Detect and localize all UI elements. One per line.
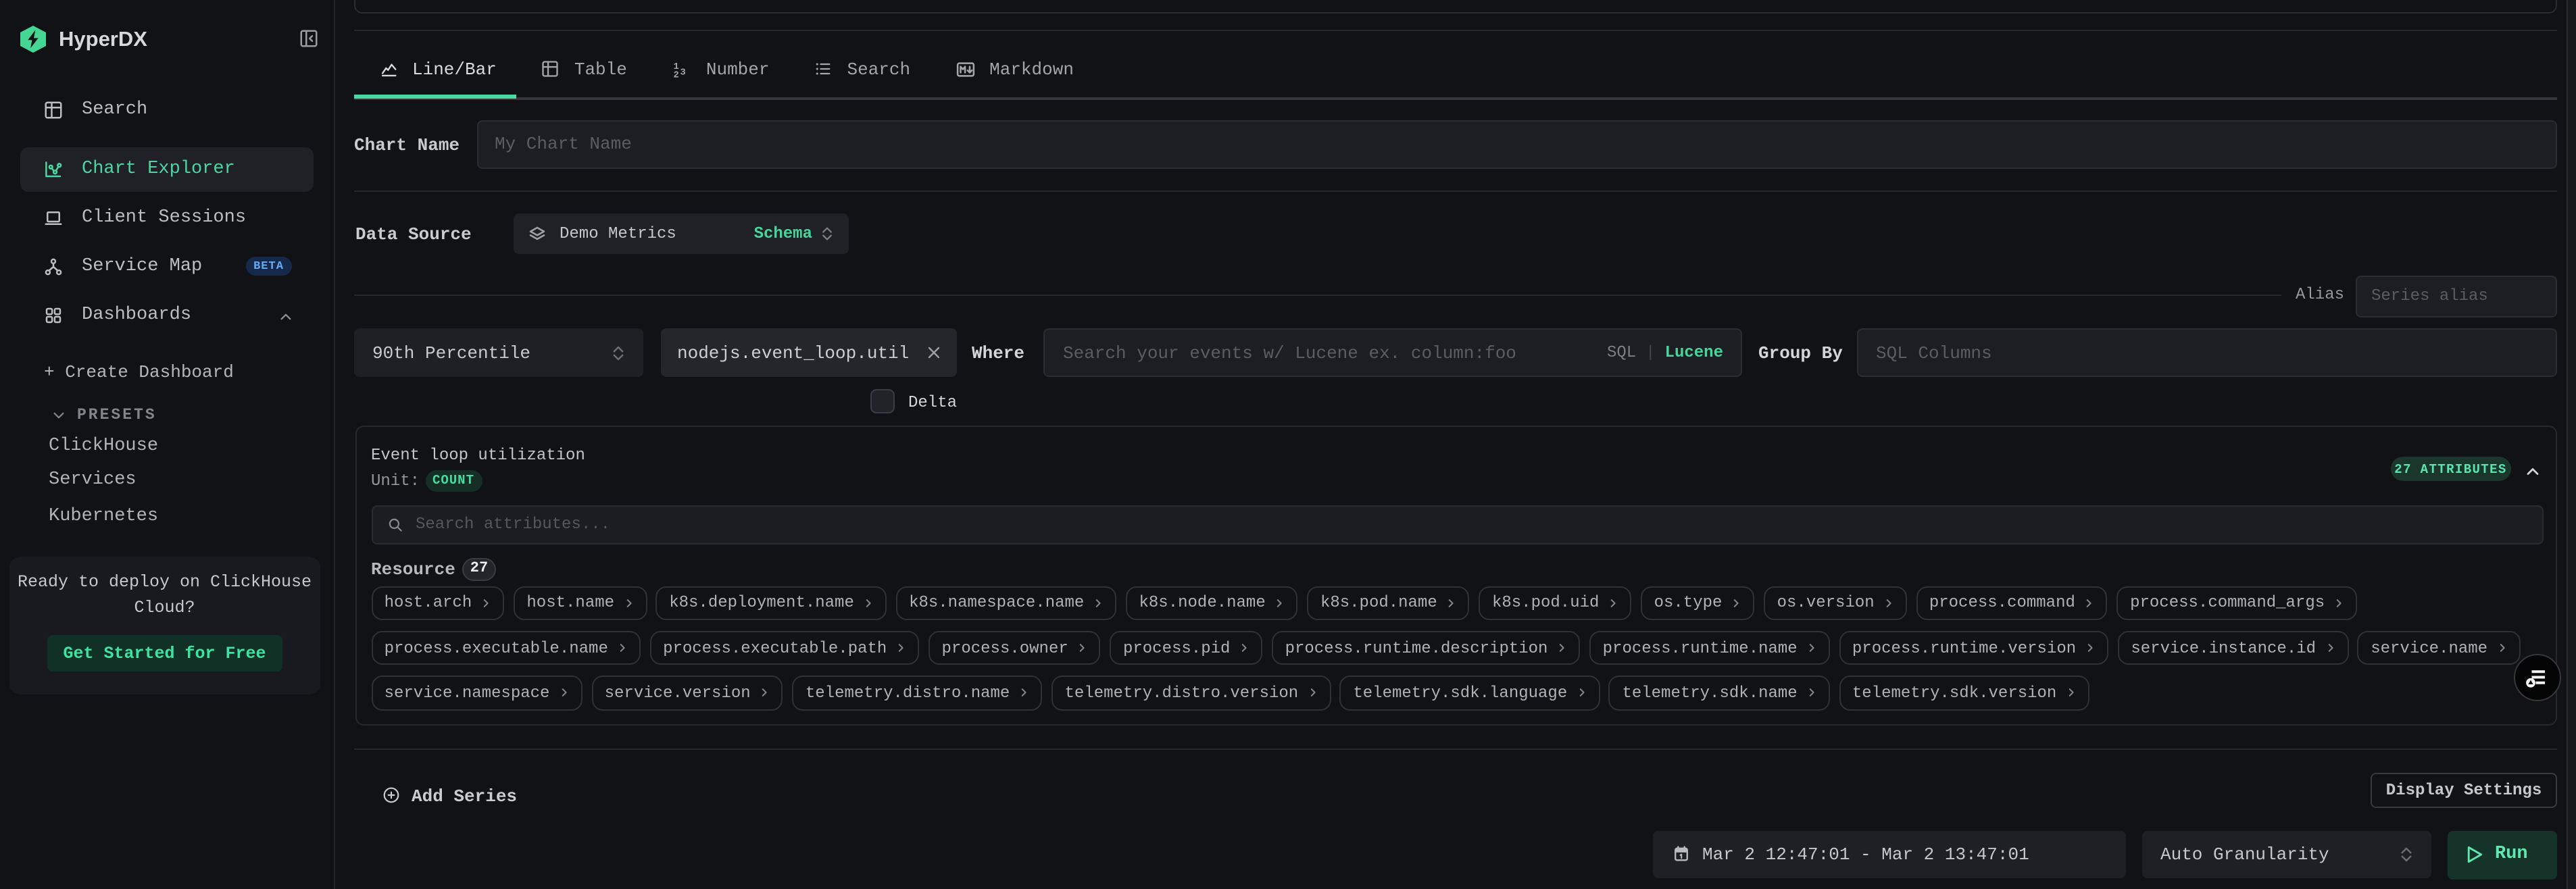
svg-text:2: 2 [673,70,678,79]
svg-text:3: 3 [680,68,685,78]
